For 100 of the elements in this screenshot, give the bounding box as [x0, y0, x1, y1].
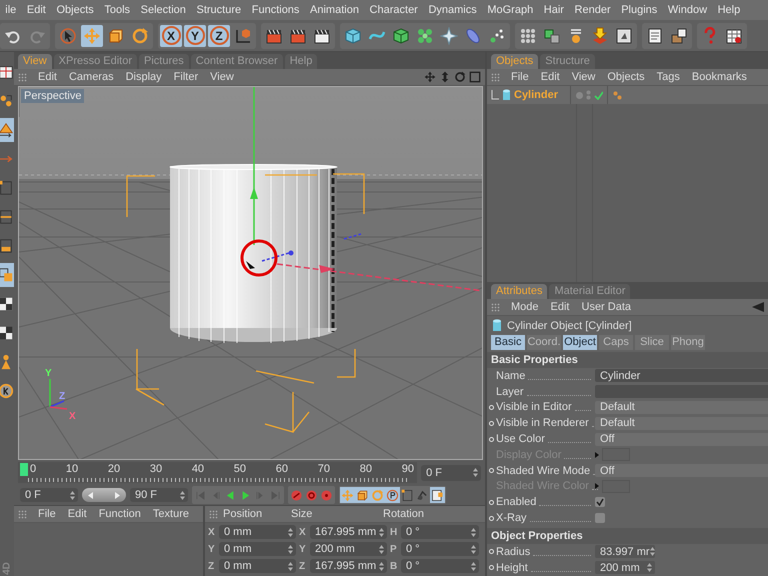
- panel-tab[interactable]: Structure: [540, 54, 595, 69]
- x-axis-arrow[interactable]: [276, 263, 482, 292]
- cursor-icon[interactable]: [59, 26, 77, 44]
- cloner-icon[interactable]: [416, 26, 434, 44]
- menu-item[interactable]: Tags: [650, 71, 686, 83]
- table-icon[interactable]: [0, 64, 14, 80]
- attribute-tab[interactable]: Caps: [599, 335, 633, 350]
- menu-item[interactable]: Texture: [146, 508, 195, 520]
- axis-lock-button[interactable]: Y: [184, 24, 206, 46]
- keyframe-dot-icon[interactable]: [489, 420, 494, 426]
- keyframe-dot-icon[interactable]: [489, 516, 494, 521]
- right-arrow-icon[interactable]: [115, 492, 120, 499]
- menu-item[interactable]: Display: [120, 71, 168, 83]
- maximize-icon[interactable]: [469, 71, 481, 83]
- menu-item[interactable]: Window: [662, 4, 712, 16]
- axis-lock-button[interactable]: Z: [208, 24, 230, 46]
- polygons-mode-icon[interactable]: [0, 238, 14, 254]
- spinner-arrows-icon[interactable]: [379, 528, 384, 537]
- y-axis-arrow[interactable]: [250, 87, 258, 245]
- menu-item[interactable]: Help: [712, 4, 746, 16]
- object-mode-icon[interactable]: [0, 93, 14, 109]
- menu-item[interactable]: Render: [569, 4, 616, 16]
- keyframe-dot-icon[interactable]: [489, 549, 494, 554]
- autokey-icon[interactable]: [305, 488, 318, 502]
- zoom-view-icon[interactable]: [439, 71, 451, 83]
- scale-icon[interactable]: [107, 26, 125, 44]
- spinner-arrows-icon[interactable]: [379, 562, 384, 571]
- size-field[interactable]: 167.995 mm: [310, 525, 387, 540]
- menu-item[interactable]: Edit: [544, 301, 576, 313]
- panel-tab[interactable]: Material Editor: [549, 284, 630, 299]
- record-icon[interactable]: [290, 488, 303, 502]
- panel-tab[interactable]: XPresso Editor: [54, 54, 138, 69]
- cubes-icon[interactable]: [543, 26, 561, 44]
- checker-icon[interactable]: [0, 325, 14, 341]
- position-field[interactable]: 0 mm: [219, 559, 296, 574]
- move-view-icon[interactable]: [424, 71, 436, 83]
- dropdown[interactable]: Default: [595, 416, 768, 430]
- dropdown[interactable]: Off: [595, 432, 768, 446]
- table-icon[interactable]: [725, 26, 743, 44]
- menu-item[interactable]: Edit: [534, 71, 566, 83]
- position-field[interactable]: 0 mm: [219, 542, 296, 556]
- menu-item[interactable]: File: [32, 508, 62, 520]
- attribute-tab[interactable]: Phong: [671, 335, 705, 350]
- menu-item[interactable]: Selection: [135, 4, 192, 16]
- menu-item[interactable]: Character: [364, 4, 424, 16]
- timeline-ruler[interactable]: 0 10 20 30 40 50 60 70 80 90: [18, 462, 418, 484]
- checker-icon[interactable]: [0, 296, 14, 312]
- checkbox[interactable]: [595, 513, 605, 524]
- preview-range-button[interactable]: [82, 488, 126, 502]
- menu-item[interactable]: File: [505, 71, 535, 83]
- floor-arrow-icon[interactable]: [591, 26, 609, 44]
- deformer-icon[interactable]: [440, 26, 458, 44]
- spinner-arrows-icon[interactable]: [288, 528, 293, 537]
- spinner-arrows-icon[interactable]: [379, 544, 384, 554]
- cone-icon[interactable]: [0, 122, 14, 138]
- attribute-tab[interactable]: Coord.: [527, 335, 561, 350]
- size-field[interactable]: 167.995 mm: [310, 559, 387, 574]
- size-field[interactable]: 200 mm: [310, 542, 387, 556]
- rotation-field[interactable]: 0 °: [401, 542, 479, 556]
- layer-dot-icon[interactable]: [576, 92, 583, 98]
- z-axis-arrow[interactable]: [262, 250, 294, 262]
- attribute-tab[interactable]: Basic: [491, 335, 525, 350]
- checkbox[interactable]: [595, 497, 605, 508]
- number-field[interactable]: 83.997 mr: [595, 545, 655, 558]
- grip-handle[interactable]: [491, 72, 500, 82]
- panel-tab[interactable]: Pictures: [139, 54, 189, 69]
- menu-item[interactable]: Filter: [168, 71, 204, 83]
- menu-item[interactable]: Objects: [51, 4, 100, 16]
- menu-item[interactable]: User Data: [576, 301, 638, 313]
- number-field[interactable]: 200 mm: [595, 561, 655, 574]
- spinner-arrows-icon[interactable]: [70, 490, 75, 500]
- menu-item[interactable]: Animation: [304, 4, 364, 16]
- grip-handle[interactable]: [491, 302, 500, 312]
- menu-item[interactable]: Tools: [99, 4, 136, 16]
- picture-frame-icon[interactable]: [615, 26, 633, 44]
- cube-icon[interactable]: [344, 26, 362, 44]
- panel-tab[interactable]: Attributes: [491, 284, 548, 299]
- menu-item[interactable]: Function: [92, 508, 147, 520]
- rotation-field[interactable]: 0 °: [401, 525, 479, 540]
- menu-item[interactable]: Dynamics: [423, 4, 482, 16]
- spinner-arrows-icon[interactable]: [471, 544, 476, 554]
- menu-item[interactable]: ile: [0, 4, 22, 16]
- start-frame-field[interactable]: 0 F: [20, 488, 78, 502]
- menu-item[interactable]: Cameras: [62, 71, 120, 83]
- rotate-icon[interactable]: [131, 26, 149, 44]
- menu-item[interactable]: Edit: [62, 508, 93, 520]
- spinner-arrows-icon[interactable]: [471, 528, 476, 537]
- end-frame-field[interactable]: 90 F: [130, 488, 188, 502]
- menu-item[interactable]: Hair: [538, 4, 570, 16]
- phong-tag-icon[interactable]: [613, 90, 622, 100]
- menu-item[interactable]: MoGraph: [482, 4, 538, 16]
- check-icon[interactable]: [594, 90, 603, 100]
- param-icon[interactable]: [386, 488, 399, 502]
- current-frame-field[interactable]: 0 F: [421, 464, 481, 481]
- keyframe-dot-icon[interactable]: [489, 500, 494, 505]
- dropdown[interactable]: Off: [595, 464, 768, 478]
- playhead[interactable]: [20, 463, 28, 476]
- text-field[interactable]: Cylinder: [595, 369, 768, 382]
- rotation-field[interactable]: 0 °: [401, 559, 479, 574]
- menu-item[interactable]: Objects: [601, 71, 651, 83]
